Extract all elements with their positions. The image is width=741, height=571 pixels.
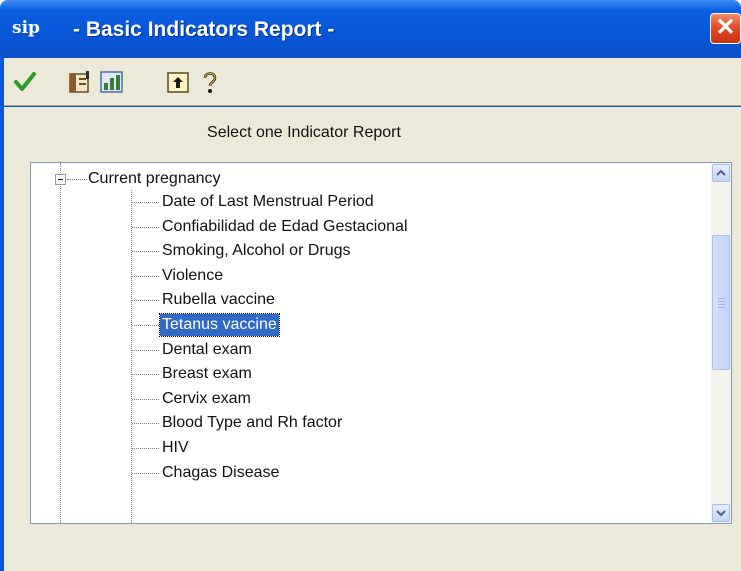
- print-preview-button[interactable]: [63, 65, 96, 98]
- export-button[interactable]: [161, 65, 194, 98]
- title-bar[interactable]: sip - Basic Indicators Report - ✕: [0, 0, 741, 58]
- scroll-down-button[interactable]: [712, 504, 730, 522]
- tree-item[interactable]: Chagas Disease: [160, 462, 281, 484]
- tree-item[interactable]: Rubella vaccine: [160, 289, 277, 311]
- tree-line: [132, 276, 159, 277]
- scroll-thumb[interactable]: [712, 235, 730, 370]
- vertical-scrollbar[interactable]: [711, 163, 731, 523]
- window-title: - Basic Indicators Report -: [73, 18, 335, 41]
- help-icon: [203, 71, 216, 93]
- tree-line: [132, 227, 159, 228]
- tree-line: [60, 186, 61, 523]
- tree-item[interactable]: Breast exam: [160, 363, 254, 385]
- tree-line: [132, 325, 159, 326]
- tree-item[interactable]: HIV: [160, 437, 191, 459]
- chevron-up-icon: [716, 169, 726, 176]
- chart-button[interactable]: [95, 65, 128, 98]
- chevron-down-icon: [716, 510, 726, 517]
- tree-item[interactable]: Blood Type and Rh factor: [160, 412, 344, 434]
- scroll-up-button[interactable]: [712, 164, 730, 182]
- tree-root-current-pregnancy[interactable]: Current pregnancy: [88, 168, 221, 190]
- tree-line: [132, 423, 159, 424]
- tree-item[interactable]: Violence: [160, 265, 225, 287]
- app-icon: sip: [12, 18, 40, 38]
- tree-item[interactable]: Tetanus vaccine: [159, 313, 280, 337]
- print-preview-icon: [68, 70, 89, 93]
- tree-line: [132, 350, 159, 351]
- tree-line: [60, 163, 61, 173]
- tree-item[interactable]: Date of Last Menstrual Period: [160, 191, 376, 213]
- tree-line: [132, 399, 159, 400]
- tree-item[interactable]: Confiabilidad de Edad Gestacional: [160, 216, 410, 238]
- indicator-tree: Current pregnancy Date of Last Menstrual…: [30, 162, 732, 524]
- chart-icon: [99, 70, 123, 93]
- tree-line: [132, 448, 159, 449]
- accept-button[interactable]: [8, 65, 41, 98]
- client-area: Select one Indicator Report Current preg…: [4, 107, 741, 571]
- tree-line: [132, 202, 159, 203]
- tree-item[interactable]: Cervix exam: [160, 388, 253, 410]
- page-heading: Select one Indicator Report: [207, 124, 401, 141]
- accept-icon: [13, 71, 36, 91]
- tree-line: [132, 473, 159, 474]
- close-icon: ✕: [715, 14, 736, 41]
- tree-view[interactable]: Current pregnancy Date of Last Menstrual…: [31, 163, 711, 523]
- tree-line: [132, 251, 159, 252]
- tree-line: [132, 300, 159, 301]
- toolbar: [4, 58, 741, 106]
- report-window: sip - Basic Indicators Report - ✕ Select…: [0, 0, 741, 571]
- export-icon: [166, 71, 189, 93]
- tree-line: [67, 179, 87, 180]
- collapse-toggle[interactable]: [55, 174, 66, 185]
- tree-item[interactable]: Smoking, Alcohol or Drugs: [160, 240, 353, 262]
- tree-line: [132, 374, 159, 375]
- help-button[interactable]: [193, 65, 226, 98]
- close-button[interactable]: ✕: [710, 13, 741, 44]
- tree-item[interactable]: Dental exam: [160, 339, 254, 361]
